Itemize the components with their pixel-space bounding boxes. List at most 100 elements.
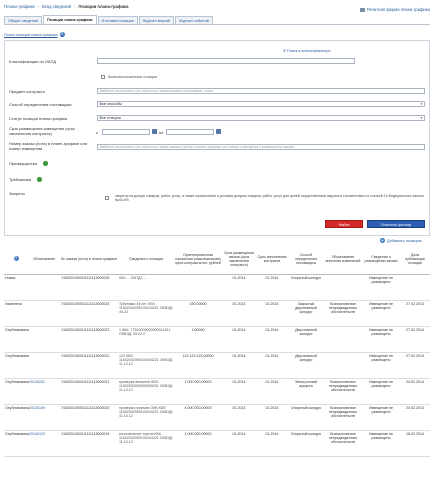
row-basis[interactable]: 20140109 [28, 404, 60, 431]
subject-input[interactable]: Введите полностью или частично наименова… [97, 88, 425, 94]
tab-versions[interactable]: Журнал версий [138, 16, 175, 24]
row-status: Изменена [4, 300, 28, 327]
period-to-input[interactable] [166, 129, 214, 135]
column-header[interactable]: Ориентировочная начальная (максимальная)… [174, 244, 222, 275]
column-header[interactable]: Обоснование [28, 244, 60, 275]
table-row[interactable]: Изменена 7440201400011111113000024 Тубин… [4, 300, 430, 327]
row-info: 1 КБК: 77510009000000011251 ОКВЭД: 05.02… [118, 326, 174, 353]
requirements-expand-icon[interactable] [37, 177, 42, 182]
row-date [400, 274, 430, 301]
column-header[interactable]: Обоснование внесения изменений [324, 244, 362, 275]
status-label: Статус позиции плана-графика [9, 116, 68, 121]
row-exec: 01.2014 [256, 378, 288, 405]
help-icon[interactable]: ? [13, 256, 19, 262]
tab-events[interactable]: Журнал событий [175, 16, 213, 24]
print-form-link[interactable]: Печатная форма плана-графика [359, 7, 430, 12]
row-info: 123 КБК: 11602042090100244221 ОКВЭД: 11.… [118, 352, 174, 379]
help-icon[interactable]: ? [59, 32, 65, 37]
breadcrumb-separator: › [73, 4, 76, 9]
method-select-value: Все способы [99, 102, 123, 106]
row-info-placement: Извещение не размещено [362, 300, 400, 327]
advantages-expand-icon[interactable] [43, 161, 48, 166]
period-to-label: по [159, 130, 164, 135]
row-number: 7440201400011111113000020 [60, 404, 118, 431]
breadcrumb-item[interactable]: Планы-графики [4, 4, 35, 9]
table-row[interactable]: Опубликована 20140202 744020140001111111… [4, 378, 430, 405]
row-method: Двухэтапный конкурс [288, 326, 324, 353]
row-info-placement: Извещение не размещено [362, 430, 400, 457]
row-status: Опубликована [4, 404, 29, 431]
include-nested-checkbox[interactable] [101, 75, 105, 79]
tab-totals[interactable]: Итоговые позиции [97, 16, 138, 24]
row-exec: 01.2014 [256, 404, 288, 431]
clear-filter-button[interactable]: Очистить фильтр [367, 220, 425, 228]
row-price: 123 123 123,00000 [174, 352, 222, 379]
table-row[interactable]: Опубликована 7440201400011111113000022 1… [4, 352, 430, 379]
calendar-icon[interactable] [216, 129, 221, 134]
row-placement: 01.2014 [222, 430, 256, 457]
row-price: 150,00000 [174, 300, 222, 327]
advantages-label: Преимущества [9, 161, 37, 166]
table-row[interactable]: Опубликована 20140109 744020140001111111… [4, 404, 430, 431]
row-info: Тубинами 44 атт. КБК: 116020420901002442… [118, 300, 174, 327]
table-row[interactable]: Опубликована 20140103 744020140001111111… [4, 430, 430, 457]
number-input[interactable]: Введите полностью или частично номер зак… [97, 144, 425, 150]
row-info-placement: Извещение не размещено [362, 378, 400, 405]
row-exec: 01.2014 [256, 352, 288, 379]
row-change: Возникновение непредвиденных обстоятельс… [324, 430, 362, 457]
search-positions-link[interactable]: Поиск позиций плана-графика ? [4, 32, 65, 37]
column-header[interactable]: Сведения о позиции [118, 244, 174, 275]
row-placement: 01.2014 [222, 326, 256, 353]
breadcrumb-item[interactable]: Вход сведений [42, 4, 71, 9]
status-select[interactable]: Все статусы ▼ [97, 115, 425, 121]
method-select[interactable]: Все способы ▼ [97, 101, 425, 107]
chevron-down-icon: ▼ [420, 116, 423, 120]
row-basis[interactable]: 20140103 [28, 430, 60, 457]
table-row[interactable]: Новая 7440201400011111113000025 КБК ... … [4, 274, 430, 301]
row-price: 4 000 000,00000 [174, 404, 222, 431]
column-header[interactable]: Дата публикации позиции [400, 244, 430, 275]
period-label: Срок размещения извещения (срок заключен… [9, 126, 75, 136]
row-info: проверка внешнее КБК: 116020000000000002… [118, 378, 174, 405]
print-form-label: Печатная форма плана-графика [366, 7, 430, 12]
find-button[interactable]: Найти [325, 220, 363, 228]
plus-icon: + [380, 238, 385, 243]
row-number: 7440201400011111113000019 [60, 430, 118, 457]
column-header[interactable]: Срок размещения заказа (срок заключения … [222, 244, 256, 275]
prohibitions-checkbox[interactable] [105, 196, 109, 200]
row-date: 27.02.2014 [400, 300, 430, 327]
period-from-input[interactable] [102, 129, 150, 135]
column-header[interactable]: Способ определения поставщика [288, 244, 324, 275]
include-nested-label: Включая вложенные позиции [108, 75, 158, 79]
classifier-search-link[interactable]: ⚲ Поиск в классификаторе [283, 48, 331, 53]
search-positions-label: Поиск позиций плана-графика [4, 32, 58, 37]
column-header[interactable]: Сведения о размещении заказа [362, 244, 400, 275]
calendar-icon[interactable] [152, 129, 157, 134]
row-placement: 01.2014 [222, 352, 256, 379]
table-row[interactable]: Опубликована 7440201400011111113000023 1… [4, 326, 430, 353]
positions-table: ? Обоснование № заказа (лота) в плане-гр… [4, 244, 430, 457]
add-position-button[interactable]: + Добавить позицию [380, 238, 422, 243]
row-basis[interactable]: 20140202 [28, 378, 60, 405]
row-info: изготовление тортов КБК: 116020420901002… [118, 430, 174, 457]
row-exec: 01.2014 [256, 430, 288, 457]
printer-icon [359, 7, 365, 12]
row-basis[interactable] [28, 326, 60, 353]
row-info-placement: Извещение не размещено [362, 352, 400, 379]
row-basis[interactable] [28, 274, 60, 301]
okpd-input[interactable] [97, 58, 355, 64]
prohibitions-text: запреты на допуск товаров, работ, услуг,… [115, 194, 424, 203]
row-basis[interactable] [28, 300, 60, 327]
column-header[interactable]: № заказа (лота) в плане-графике [60, 244, 118, 275]
row-price: 1 000 000,00000 [174, 378, 222, 405]
row-basis[interactable] [28, 352, 60, 379]
tab-general[interactable]: Общие сведения [4, 16, 43, 24]
row-placement: 01.2014 [222, 274, 256, 301]
row-status: Опубликована [4, 430, 29, 457]
column-header[interactable]: Срок исполнения контракта [256, 244, 288, 275]
breadcrumb: Планы-графики › Вход сведений › Позиции … [4, 4, 129, 9]
okpd-label: Классификация по ОКПД [9, 59, 57, 64]
row-status: Новая [4, 274, 28, 301]
classifier-search-label: Поиск в классификаторе [286, 48, 331, 53]
tab-positions[interactable]: Позиции плана-графика [43, 15, 97, 24]
